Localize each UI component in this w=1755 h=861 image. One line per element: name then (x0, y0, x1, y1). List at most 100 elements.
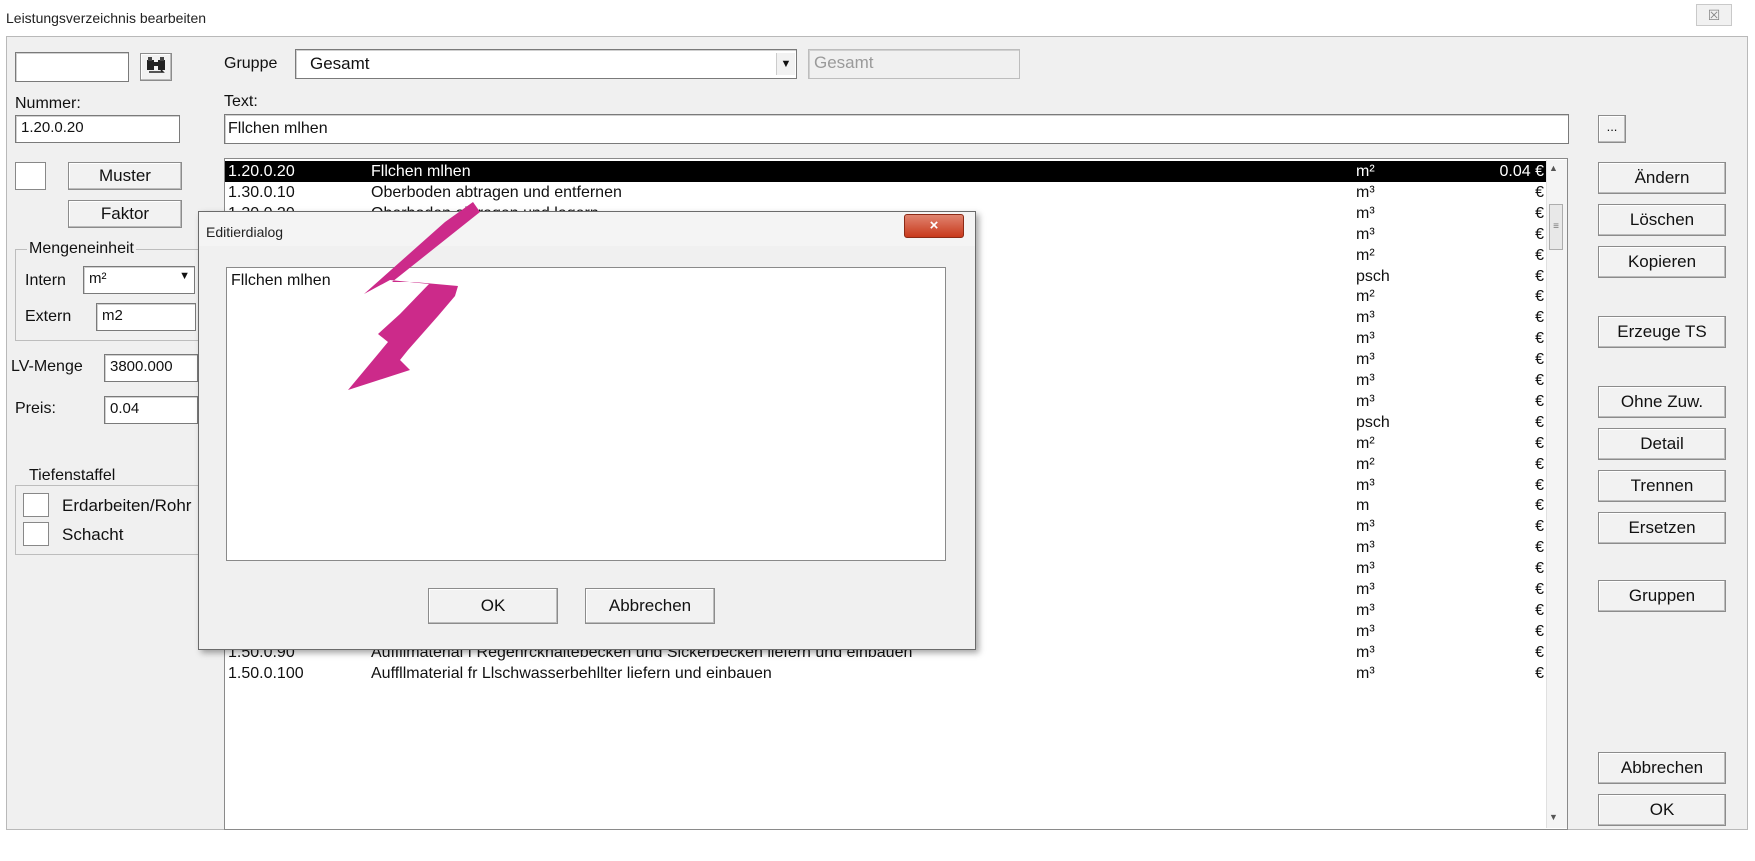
list-row-price: € (1535, 330, 1544, 348)
extern-label: Extern (25, 308, 72, 325)
intern-select[interactable]: m² ▼ (83, 266, 195, 294)
lv-menge-field[interactable]: 3800.000 (104, 354, 198, 382)
muster-checkbox[interactable] (15, 162, 46, 190)
list-row-number: 1.20.0.20 (228, 163, 295, 180)
list-row-text: Auffllmaterial fr Llschwasserbehllter li… (371, 664, 772, 682)
scroll-up-icon[interactable]: ▲ (1549, 163, 1558, 173)
text-label: Text: (224, 93, 258, 110)
list-row-unit: m³ (1356, 539, 1375, 557)
window-title: Leistungsverzeichnis bearbeiten (6, 10, 207, 26)
chevron-down-icon: ▼ (179, 270, 190, 282)
erzeuge-ts-button[interactable]: Erzeuge TS (1598, 316, 1726, 348)
list-row-price: € (1535, 288, 1544, 306)
nummer-label: Nummer: (15, 95, 81, 112)
window-close-button[interactable]: ☒ (1696, 4, 1732, 26)
binoculars-icon (147, 57, 165, 73)
tiefenstaffel-legend: Tiefenstaffel (27, 467, 118, 485)
list-row-unit: m³ (1356, 664, 1375, 682)
list-row-price: € (1535, 664, 1544, 682)
list-row-price: € (1535, 622, 1544, 640)
mengeneinheit-legend: Mengeneinheit (27, 240, 136, 258)
erdarbeiten-label: Erdarbeiten/Rohr (62, 496, 192, 515)
list-scrollbar[interactable] (1546, 160, 1567, 828)
list-row-price: € (1535, 497, 1544, 515)
erdarbeiten-checkbox[interactable] (23, 493, 49, 517)
preis-field[interactable]: 0.04 (104, 396, 198, 424)
muster-button[interactable]: Muster (68, 162, 182, 190)
dialog-ok-button[interactable]: OK (428, 588, 558, 624)
lv-menge-label: LV-Menge (11, 358, 83, 375)
list-row-price: € (1535, 246, 1544, 264)
list-row-unit: m² (1356, 163, 1375, 180)
faktor-button[interactable]: Faktor (68, 200, 182, 228)
schacht-checkbox[interactable] (23, 522, 49, 546)
gruppen-button[interactable]: Gruppen (1598, 580, 1726, 612)
text-more-button[interactable]: ... (1598, 115, 1626, 143)
dialog-close-button[interactable]: × (904, 214, 964, 238)
intern-label: Intern (25, 272, 66, 289)
list-row-price: € (1535, 413, 1544, 431)
list-row-unit: m³ (1356, 309, 1375, 327)
gruppe-select[interactable]: Gesamt (295, 49, 797, 79)
list-row-price: € (1535, 204, 1544, 222)
list-row-unit: m² (1356, 455, 1375, 473)
list-row-text: Fllchen mlhen (371, 163, 471, 180)
preis-label: Preis: (15, 400, 56, 417)
list-row-price: € (1535, 476, 1544, 494)
abbrechen-button[interactable]: Abbrechen (1598, 752, 1726, 784)
scroll-down-icon[interactable]: ▼ (1549, 812, 1558, 822)
edit-dialog: Editierdialog × Fllchen mlhen OK Abbrech… (198, 211, 976, 650)
chevron-down-icon[interactable]: ▼ (776, 53, 795, 75)
ersetzen-button[interactable]: Ersetzen (1598, 512, 1726, 544)
list-row-price: € (1535, 643, 1544, 661)
list-row-price: € (1535, 581, 1544, 598)
extern-field[interactable]: m2 (96, 303, 196, 331)
search-button[interactable] (140, 53, 172, 81)
list-row-number: 1.30.0.10 (228, 183, 295, 201)
list-row[interactable]: 1.20.0.20 Fllchen mlhen m² 0.04 € (225, 161, 1547, 182)
list-row-price: € (1535, 183, 1544, 201)
list-row-unit: m³ (1356, 225, 1375, 243)
scroll-thumb[interactable]: ≡ (1549, 204, 1563, 250)
list-row-price: € (1535, 309, 1544, 327)
list-row-unit: m³ (1356, 601, 1375, 619)
list-row-unit: m³ (1356, 622, 1375, 640)
list-row-price: 0.04 € (1499, 163, 1544, 180)
search-input[interactable] (15, 52, 129, 82)
list-row-unit: m (1356, 497, 1370, 515)
list-row[interactable]: 1.50.0.100 Auffllmaterial fr Llschwasserb… (225, 663, 1547, 684)
aendern-button[interactable]: Ändern (1598, 162, 1726, 194)
list-row-price: € (1535, 267, 1544, 285)
list-row-unit: m³ (1356, 518, 1375, 536)
schacht-label: Schacht (62, 525, 124, 544)
dialog-cancel-button[interactable]: Abbrechen (585, 588, 715, 624)
detail-button[interactable]: Detail (1598, 428, 1726, 460)
ok-button[interactable]: OK (1598, 794, 1726, 826)
dialog-title: Editierdialog (206, 224, 284, 240)
loeschen-button[interactable]: Löschen (1598, 204, 1726, 236)
list-row-price: € (1535, 434, 1544, 452)
list-row-price: € (1535, 455, 1544, 473)
annotation-arrow-icon (348, 202, 480, 390)
gruppe-select-value: Gesamt (310, 54, 370, 73)
list-row-unit: m³ (1356, 643, 1375, 661)
list-row-unit: m³ (1356, 204, 1375, 222)
list-row-unit: m³ (1356, 330, 1375, 348)
list-row-unit: m³ (1356, 392, 1375, 410)
list-row-price: € (1535, 518, 1544, 536)
kopieren-button[interactable]: Kopieren (1598, 246, 1726, 278)
ohne-zuw-button[interactable]: Ohne Zuw. (1598, 386, 1726, 418)
dialog-titlebar (199, 212, 975, 246)
list-row-price: € (1535, 601, 1544, 619)
list-row-price: € (1535, 560, 1544, 578)
intern-select-value: m² (89, 270, 107, 287)
list-row-unit: m³ (1356, 183, 1375, 201)
list-row-unit: psch (1356, 413, 1390, 431)
list-row-unit: m³ (1356, 372, 1375, 389)
list-row-price: € (1535, 372, 1544, 389)
trennen-button[interactable]: Trennen (1598, 470, 1726, 502)
nummer-field[interactable]: 1.20.0.20 (15, 115, 180, 143)
text-field[interactable]: Fllchen mlhen (224, 114, 1569, 144)
list-row-unit: m³ (1356, 581, 1375, 598)
list-row-unit: m² (1356, 246, 1375, 264)
